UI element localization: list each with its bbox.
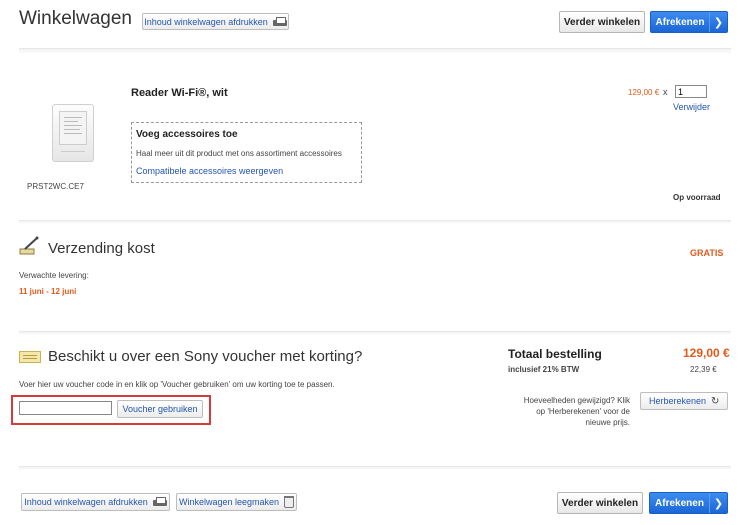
total-label: Totaal bestelling	[508, 347, 602, 361]
voucher-instruction: Voer hier uw voucher code in en klik op …	[19, 380, 335, 389]
printer-icon	[272, 16, 287, 27]
chevron-right-icon: ❯	[709, 493, 727, 513]
product-sku: PRST2WC.CE7	[27, 182, 84, 191]
footer-checkout-label: Afrekenen	[655, 497, 704, 509]
use-voucher-button[interactable]: Voucher gebruiken	[117, 400, 203, 418]
remove-link[interactable]: Verwijder	[673, 102, 710, 112]
voucher-code-input[interactable]	[19, 401, 112, 415]
total-amount: 129,00 €	[683, 346, 730, 360]
footer-print-cart-button[interactable]: Inhoud winkelwagen afdrukken	[21, 493, 170, 511]
recalculate-button[interactable]: Herberekenen ↻	[640, 392, 728, 410]
footer-continue-shopping-button[interactable]: Verder winkelen	[557, 492, 643, 514]
recalculate-hint: Hoeveelheden gewijzigd? Klik op 'Herbere…	[523, 396, 630, 427]
divider	[19, 48, 731, 54]
accessories-title: Voeg accessoires toe	[136, 129, 238, 140]
print-cart-button[interactable]: Inhoud winkelwagen afdrukken	[142, 13, 289, 30]
use-voucher-label: Voucher gebruiken	[122, 404, 198, 414]
divider	[19, 331, 731, 335]
checkout-button[interactable]: Afrekenen ❯	[650, 11, 728, 33]
shipping-cost: GRATIS	[690, 248, 724, 258]
footer-checkout-button[interactable]: Afrekenen ❯	[649, 492, 728, 514]
refresh-icon: ↻	[711, 395, 720, 407]
chevron-right-icon: ❯	[709, 12, 727, 32]
voucher-icon	[19, 351, 41, 363]
divider	[19, 466, 731, 470]
vat-label: inclusief 21% BTW	[508, 365, 580, 374]
product-image	[52, 104, 94, 162]
accessories-box: Voeg accessoires toe Haal meer uit dit p…	[131, 122, 362, 183]
reader-screen	[59, 111, 87, 145]
voucher-title: Beschikt u over een Sony voucher met kor…	[48, 348, 363, 365]
recalculate-label: Herberekenen	[649, 396, 707, 406]
vat-amount: 22,39 €	[690, 365, 717, 374]
print-cart-label: Inhoud winkelwagen afdrukken	[144, 16, 268, 27]
stock-status: Op voorraad	[673, 193, 721, 202]
empty-cart-button[interactable]: Winkelwagen leegmaken	[176, 493, 297, 511]
checkout-label: Afrekenen	[655, 16, 705, 28]
delivery-dates: 11 juni - 12 juni	[19, 287, 77, 296]
divider	[19, 220, 731, 224]
continue-shopping-button[interactable]: Verder winkelen	[559, 11, 645, 33]
quantity-input[interactable]	[675, 85, 707, 98]
shipping-title: Verzending kost	[48, 240, 155, 257]
product-name: Reader Wi-Fi®, wit	[131, 87, 228, 99]
page-title: Winkelwagen	[19, 8, 132, 29]
product-price: 129,00 €	[628, 88, 660, 97]
accessories-link[interactable]: Compatibele accessoires weergeven	[136, 166, 283, 176]
quantity-times: x	[663, 87, 668, 97]
shipping-icon	[19, 236, 39, 255]
empty-cart-label: Winkelwagen leegmaken	[178, 497, 280, 507]
accessories-description: Haal meer uit dit product met ons assort…	[136, 149, 342, 158]
printer-icon	[152, 497, 167, 507]
trash-icon	[284, 496, 295, 508]
footer-print-cart-label: Inhoud winkelwagen afdrukken	[24, 497, 148, 507]
delivery-label: Verwachte levering:	[19, 271, 89, 280]
